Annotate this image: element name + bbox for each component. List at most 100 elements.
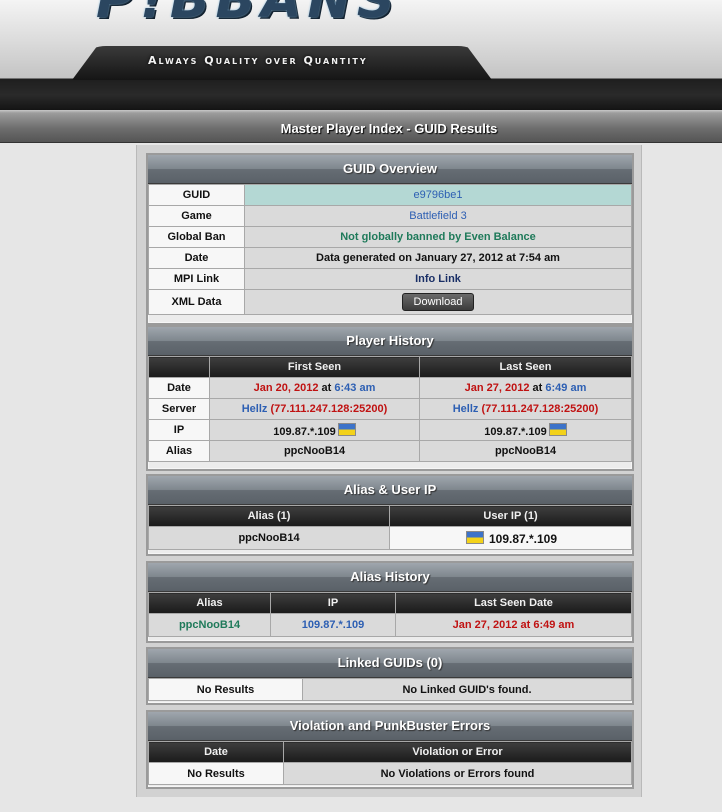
- global-ban-status: Not globally banned by Even Balance: [244, 226, 632, 248]
- table-row: Game Battlefield 3: [148, 205, 632, 227]
- ip-link[interactable]: 109.87.*.109: [270, 613, 396, 637]
- server-name-link[interactable]: Hellz: [242, 403, 268, 415]
- guid-label: GUID: [148, 184, 245, 206]
- table-header-row: Date Violation or Error: [148, 741, 632, 763]
- site-header: P!BBANS Always Quality over Quantity: [0, 0, 722, 110]
- xml-data-cell: Download: [244, 289, 632, 315]
- empty-header: [148, 356, 210, 378]
- last-date: Jan 27, 2012: [464, 382, 530, 394]
- server-label: Server: [148, 398, 210, 420]
- panel-title: GUID Overview: [148, 155, 632, 184]
- site-tagline: Always Quality over Quantity: [148, 54, 368, 67]
- player-history-panel: Player History First Seen Last Seen Date…: [146, 325, 634, 471]
- table-row: Server Hellz (77.111.247.128:25200) Hell…: [148, 398, 632, 420]
- panel-title: Player History: [148, 327, 632, 356]
- alias-history-panel: Alias History Alias IP Last Seen Date pp…: [146, 561, 634, 643]
- date-value: Data generated on January 27, 2012 at 7:…: [244, 247, 632, 269]
- panel-title: Alias History: [148, 563, 632, 592]
- table-header-row: First Seen Last Seen: [148, 356, 632, 378]
- table-header-row: Alias (1) User IP (1): [148, 505, 632, 527]
- server-address: (77.111.247.128:25200): [270, 403, 388, 415]
- game-value: Battlefield 3: [244, 205, 632, 227]
- panel-title: Violation and PunkBuster Errors: [148, 712, 632, 741]
- table-row: GUID e9796be1: [148, 184, 632, 206]
- alias-user-ip-table: Alias (1) User IP (1) ppcNooB14 109.87.*…: [148, 505, 632, 550]
- first-time: 6:43 am: [334, 382, 376, 394]
- at-word: at: [321, 382, 332, 394]
- last-seen-date-header: Last Seen Date: [395, 592, 632, 614]
- date-label: Date: [148, 247, 245, 269]
- mpi-link-label: MPI Link: [148, 268, 245, 290]
- xml-data-label: XML Data: [148, 289, 245, 315]
- site-logo[interactable]: P!BBANS: [96, 0, 400, 30]
- alias-value: ppcNooB14: [148, 526, 390, 550]
- linked-guids-panel: Linked GUIDs (0) No Results No Linked GU…: [146, 647, 634, 705]
- first-seen-date: Jan 20, 2012 at 6:43 am: [209, 377, 420, 399]
- table-row: Date Data generated on January 27, 2012 …: [148, 247, 632, 269]
- table-row: XML Data Download: [148, 289, 632, 315]
- first-alias: ppcNooB14: [209, 440, 420, 462]
- user-ip-cell: 109.87.*.109: [389, 526, 632, 550]
- no-results: No Results: [148, 762, 284, 785]
- user-ip-value: 109.87.*.109: [488, 531, 558, 546]
- at-word: at: [532, 382, 543, 394]
- alias-label: Alias: [148, 440, 210, 462]
- panel-title: Linked GUIDs (0): [148, 649, 632, 678]
- player-history-table: First Seen Last Seen Date Jan 20, 2012 a…: [148, 356, 632, 462]
- last-seen-date: Jan 27, 2012 at 6:49 am: [419, 377, 632, 399]
- ip-value: 109.87.*.109: [273, 425, 336, 438]
- alias-link[interactable]: ppcNooB14: [148, 613, 271, 637]
- no-violations-message: No Violations or Errors found: [283, 762, 632, 785]
- table-row: Global Ban Not globally banned by Even B…: [148, 226, 632, 248]
- server-name-link[interactable]: Hellz: [453, 403, 479, 415]
- panel-title: Alias & User IP: [148, 476, 632, 505]
- table-row: Alias ppcNooB14 ppcNooB14: [148, 440, 632, 462]
- results-container: GUID Overview GUID e9796be1 Game Battlef…: [136, 145, 642, 797]
- guid-overview-panel: GUID Overview GUID e9796be1 Game Battlef…: [146, 153, 634, 325]
- table-row: Date Jan 20, 2012 at 6:43 am Jan 27, 201…: [148, 377, 632, 399]
- alias-count-header: Alias (1): [148, 505, 390, 527]
- first-server: Hellz (77.111.247.128:25200): [209, 398, 420, 420]
- alias-history-table: Alias IP Last Seen Date ppcNooB14 109.87…: [148, 592, 632, 637]
- first-seen-header: First Seen: [209, 356, 420, 378]
- ukraine-flag-icon: [337, 422, 356, 436]
- alias-header: Alias: [148, 592, 271, 614]
- last-server: Hellz (77.111.247.128:25200): [419, 398, 632, 420]
- user-ip-count-header: User IP (1): [389, 505, 632, 527]
- ip-value: 109.87.*.109: [484, 425, 547, 438]
- ukraine-flag-icon: [548, 422, 567, 436]
- ukraine-flag-icon: [465, 530, 484, 544]
- info-link[interactable]: Info Link: [244, 268, 632, 290]
- date-header: Date: [148, 741, 284, 763]
- last-ip: 109.87.*.109: [419, 419, 632, 441]
- last-seen-date: Jan 27, 2012 at 6:49 am: [395, 613, 632, 637]
- date-label: Date: [148, 377, 210, 399]
- table-row: ppcNooB14 109.87.*.109: [148, 526, 632, 550]
- linked-guids-table: No Results No Linked GUID's found.: [148, 678, 632, 701]
- table-header-row: Alias IP Last Seen Date: [148, 592, 632, 614]
- ip-header: IP: [270, 592, 396, 614]
- table-row: IP 109.87.*.109 109.87.*.109: [148, 419, 632, 441]
- server-address: (77.111.247.128:25200): [481, 403, 599, 415]
- alias-user-ip-panel: Alias & User IP Alias (1) User IP (1) pp…: [146, 474, 634, 556]
- last-seen-header: Last Seen: [419, 356, 632, 378]
- first-ip: 109.87.*.109: [209, 419, 420, 441]
- page-title: Master Player Index - GUID Results: [280, 121, 498, 136]
- download-button[interactable]: Download: [401, 293, 475, 311]
- last-time: 6:49 am: [545, 382, 587, 394]
- violations-panel: Violation and PunkBuster Errors Date Vio…: [146, 710, 634, 789]
- table-row: No Results No Linked GUID's found.: [148, 678, 632, 701]
- violation-header: Violation or Error: [283, 741, 632, 763]
- no-linked-guids-message: No Linked GUID's found.: [302, 678, 632, 701]
- ip-label: IP: [148, 419, 210, 441]
- game-label: Game: [148, 205, 245, 227]
- violations-table: Date Violation or Error No Results No Vi…: [148, 741, 632, 785]
- guid-value: e9796be1: [244, 184, 632, 206]
- last-alias: ppcNooB14: [419, 440, 632, 462]
- table-row: ppcNooB14 109.87.*.109 Jan 27, 2012 at 6…: [148, 613, 632, 637]
- first-date: Jan 20, 2012: [253, 382, 319, 394]
- guid-overview-table: GUID e9796be1 Game Battlefield 3 Global …: [148, 184, 632, 315]
- table-row: No Results No Violations or Errors found: [148, 762, 632, 785]
- no-results: No Results: [148, 678, 303, 701]
- global-ban-label: Global Ban: [148, 226, 245, 248]
